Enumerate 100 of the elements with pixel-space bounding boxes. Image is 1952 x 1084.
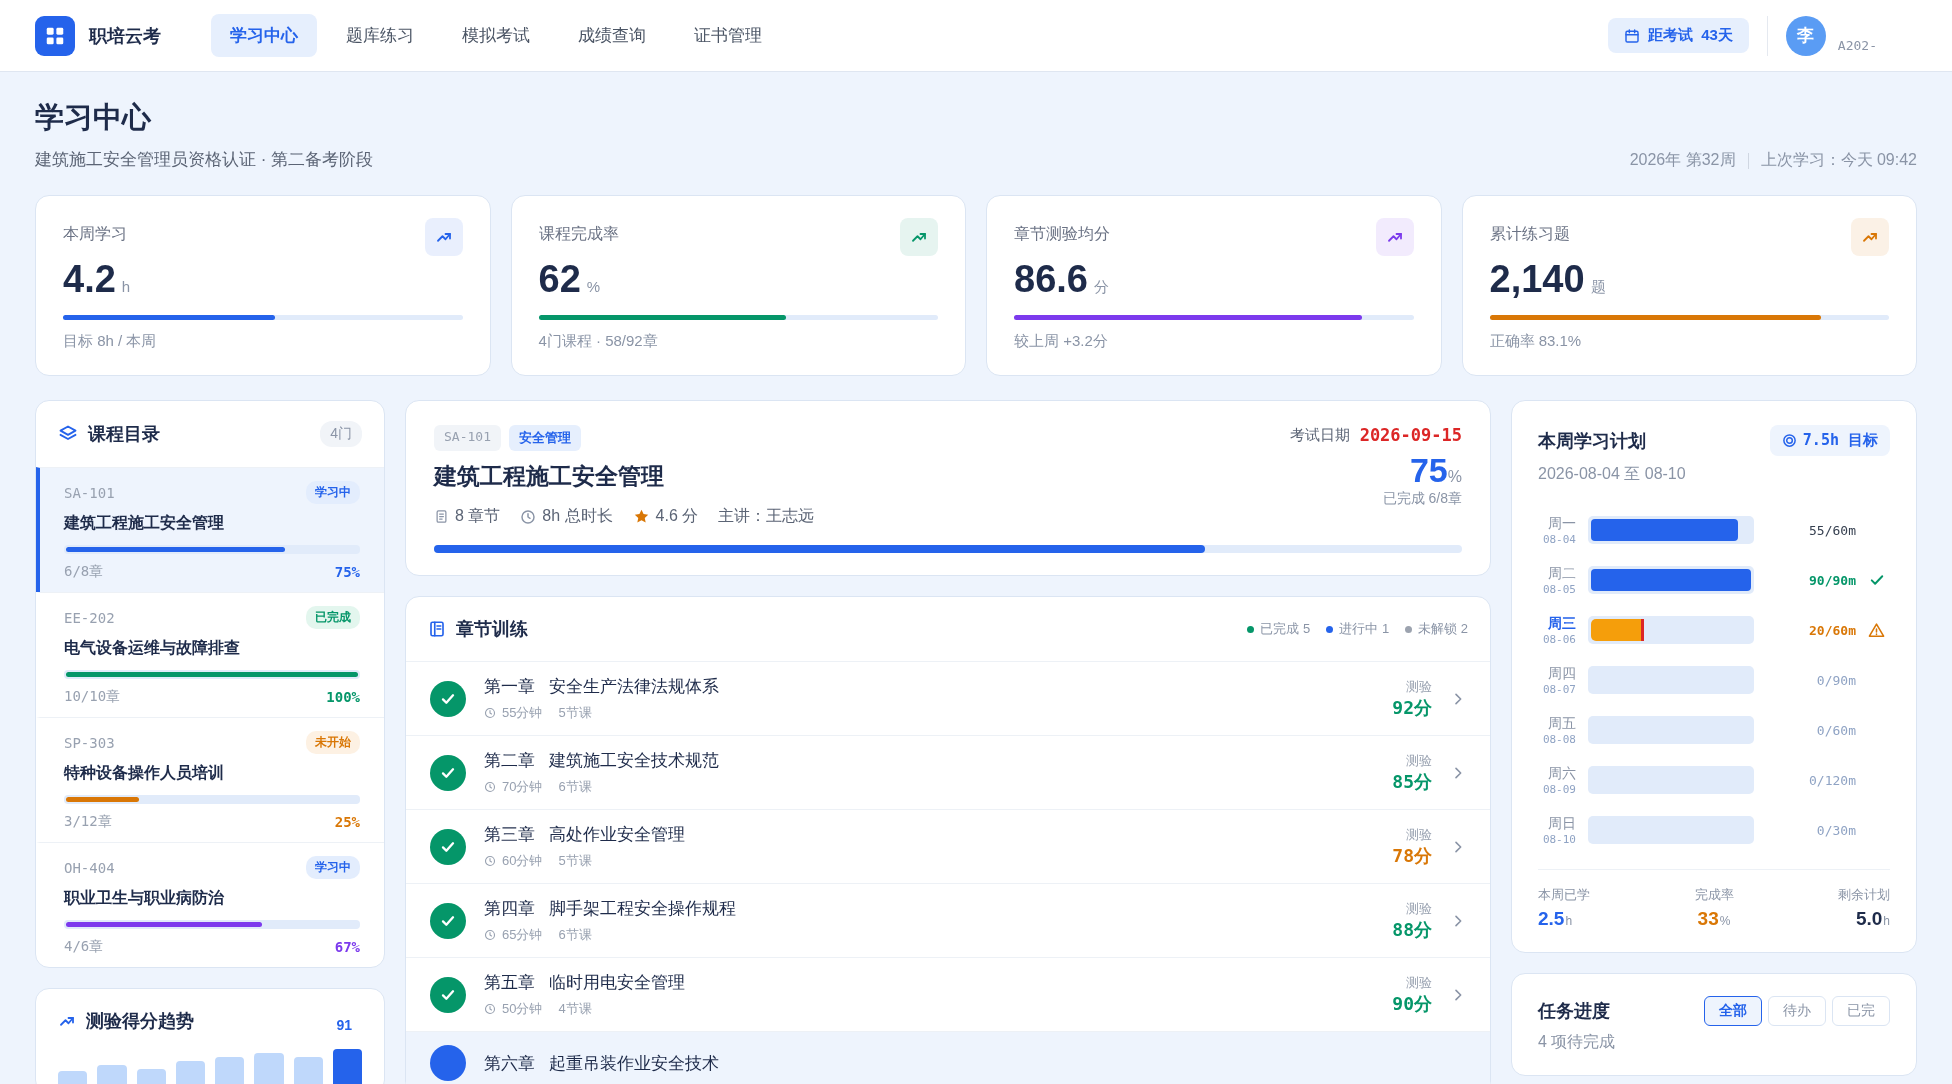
chapter-row[interactable]: 第六章 起重吊装作业安全技术 [406, 1031, 1490, 1084]
weekday-label: 周二 [1547, 564, 1576, 583]
target-icon [1781, 433, 1797, 448]
category-tag: 安全管理 [508, 425, 581, 451]
nav-tab[interactable]: 学习中心 [211, 14, 317, 57]
course-item[interactable]: SA-101 学习中 建筑工程施工安全管理 6/8章 75% [36, 467, 384, 592]
chapter-row[interactable]: 第四章 脚手架工程安全操作规程 65分钟 6节课 测验 88分 [406, 883, 1490, 957]
stat-label: 课程完成率 [538, 224, 619, 244]
nav-tab[interactable]: 题库练习 [327, 14, 433, 57]
latest-score: 91 [336, 1017, 352, 1033]
chapter-title: 第五章 临时用电安全管理 [484, 972, 687, 994]
course-code: OH-404 [64, 859, 115, 876]
chapter-title: 第四章 脚手架工程安全操作规程 [484, 898, 738, 920]
day-reading: 0/90m [1815, 672, 1856, 688]
nav-tab[interactable]: 证书管理 [675, 14, 781, 57]
score-label: 测验 [1405, 973, 1432, 992]
chapter-duration: 65分钟 [502, 926, 543, 944]
course-percent: 75% [334, 564, 360, 580]
course-progress: 6/8章 [64, 563, 104, 581]
exam-countdown-button[interactable]: 距考试 43天 [1607, 18, 1749, 53]
stat-unit: % [586, 278, 601, 295]
clock-icon [484, 929, 496, 941]
total-duration: 8h 总时长 [542, 506, 613, 526]
day-date: 08-07 [1541, 682, 1576, 696]
chapter-title: 第六章 起重吊装作业安全技术 [484, 1052, 721, 1075]
document-icon [434, 509, 449, 524]
week-label: 2026年 第32周 [1629, 150, 1736, 170]
course-code-tag: SA-101 [434, 425, 501, 451]
lesson-count: 6节课 [558, 778, 592, 796]
course-title: 建筑工程施工安全管理 [64, 513, 225, 533]
summary-unit: % [1719, 914, 1731, 928]
weekday-label: 周五 [1547, 714, 1576, 733]
stat-unit: 题 [1590, 278, 1606, 297]
goal-badge: 7.5h 目标 [1769, 425, 1890, 456]
card-title: 课程目录 [88, 423, 160, 446]
stat-unit: 分 [1093, 278, 1109, 297]
chapter-duration: 50分钟 [502, 1000, 543, 1018]
status-badge: 未开始 [306, 731, 360, 754]
quiz-score: 90分 [1392, 991, 1432, 1016]
course-progress: 3/12章 [64, 813, 112, 831]
chapter-row[interactable]: 第一章 安全生产法律法规体系 55分钟 5节课 测验 92分 [406, 661, 1490, 735]
stat-value: 62 [538, 258, 581, 301]
legend-label: 进行中 1 [1339, 620, 1390, 638]
filter-button[interactable]: 全部 [1704, 996, 1762, 1026]
course-percent: 25% [334, 814, 360, 830]
clock-icon [484, 707, 496, 719]
score-label: 测验 [1405, 825, 1432, 844]
stat-unit: h [121, 278, 131, 295]
exam-date: 2026-09-15 [1359, 425, 1462, 445]
day-reading: 0/60m [1815, 722, 1856, 738]
trend-up-icon [900, 218, 938, 256]
trend-up-icon [1375, 218, 1414, 256]
clock-icon [484, 781, 496, 793]
exam-date-label: 考试日期 [1289, 425, 1350, 445]
percent-unit: % [1447, 468, 1462, 486]
stat-label: 累计练习题 [1489, 224, 1570, 244]
lesson-count: 5节课 [558, 704, 592, 722]
completion-percent: 75 [1409, 451, 1448, 490]
card-title: 本周学习计划 [1538, 429, 1646, 453]
course-percent: 67% [334, 939, 360, 955]
stat-note: 较上周 +3.2分 [1014, 332, 1109, 351]
course-title: 职业卫生与职业病防治 [64, 888, 225, 908]
legend-label: 已完成 5 [1260, 620, 1311, 638]
page-title: 学习中心 [35, 100, 152, 135]
course-title: 电气设备运维与故障排查 [64, 638, 241, 658]
stat-value: 2,140 [1489, 258, 1585, 301]
stat-label: 章节测验均分 [1014, 224, 1110, 244]
summary-unit: h [1565, 914, 1573, 928]
course-progress: 10/10章 [64, 688, 121, 706]
course-item[interactable]: EE-202 已完成 电气设备运维与故障排查 10/10章 100% [36, 592, 384, 717]
quiz-score: 85分 [1392, 769, 1432, 794]
book-icon [428, 620, 446, 638]
stat-label: 本周学习 [63, 224, 127, 244]
app-logo-icon [35, 15, 75, 56]
clock-icon [520, 508, 537, 525]
course-item[interactable]: OH-404 学习中 职业卫生与职业病防治 4/6章 67% [36, 842, 384, 967]
nav-tab[interactable]: 成绩查询 [559, 14, 665, 57]
course-code: SA-101 [64, 484, 115, 501]
task-summary: 4 项待完成 [1538, 1032, 1617, 1052]
course-item[interactable]: SP-303 未开始 特种设备操作人员培训 3/12章 25% [36, 717, 384, 842]
trend-up-icon [424, 218, 463, 256]
check-circle-icon [430, 680, 466, 717]
weekday-label: 周六 [1547, 764, 1576, 783]
summary-value: 2.5 [1538, 908, 1565, 930]
nav-tab[interactable]: 模拟考试 [443, 14, 549, 57]
chapter-row[interactable]: 第三章 高处作业安全管理 60分钟 5节课 测验 78分 [406, 809, 1490, 883]
lesson-count: 5节课 [558, 852, 592, 870]
stat-note: 目标 8h / 本周 [63, 332, 158, 351]
chapter-duration: 60分钟 [502, 852, 543, 870]
progress-circle-icon [430, 1045, 466, 1081]
course-count: 4门 [320, 421, 362, 447]
summary-label: 本周已学 [1538, 886, 1590, 904]
day-date: 08-09 [1541, 782, 1576, 796]
day-date: 08-06 [1541, 632, 1576, 646]
stat-value: 86.6 [1014, 258, 1088, 301]
summary-value: 33 [1697, 908, 1719, 930]
card-title: 测验得分趋势 [86, 1010, 194, 1033]
course-title: 特种设备操作人员培训 [64, 763, 225, 783]
course-rating: 4.6 分 [655, 506, 699, 526]
chapter-row[interactable]: 第二章 建筑施工安全技术规范 70分钟 6节课 测验 85分 [406, 735, 1490, 809]
